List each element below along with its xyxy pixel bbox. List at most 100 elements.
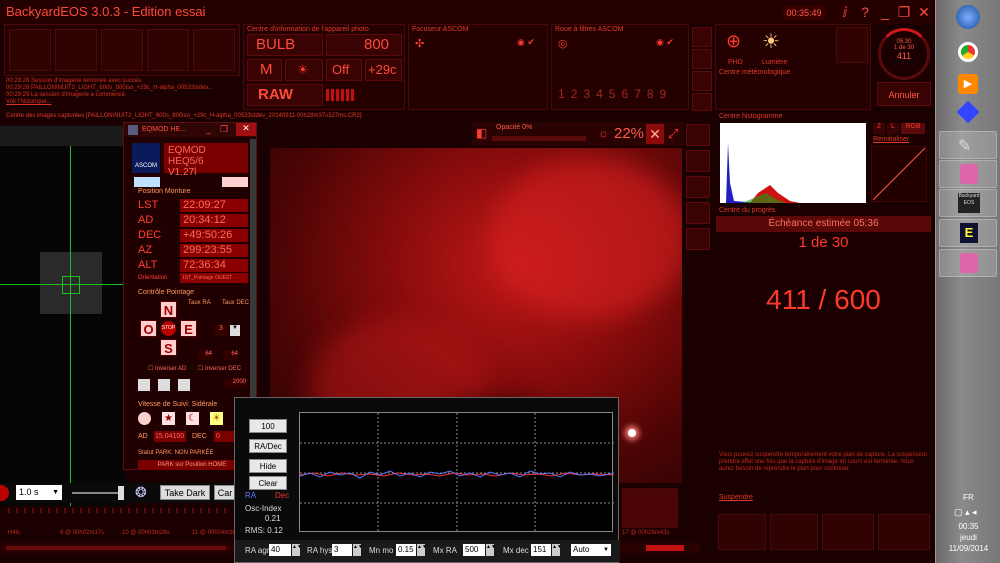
tile[interactable] xyxy=(718,514,766,550)
crosshair-icon[interactable] xyxy=(686,176,710,198)
scale-button[interactable]: 100 xyxy=(249,419,287,433)
status-icon[interactable] xyxy=(134,177,160,187)
app-icon[interactable] xyxy=(956,100,980,124)
opacity-slider[interactable] xyxy=(492,136,586,141)
stop-button[interactable]: STOP xyxy=(161,321,176,336)
mode-dropdown[interactable]: Auto ▼ xyxy=(571,544,611,556)
view-history-link[interactable]: Voir l'historique... xyxy=(6,99,242,106)
filter-slot[interactable]: 7 xyxy=(634,87,647,101)
stop-tracking-icon[interactable] xyxy=(138,412,151,425)
filter-slot[interactable]: 2 xyxy=(571,87,584,101)
histogram-2-button[interactable]: 2 xyxy=(873,123,885,134)
stepper-icon[interactable]: ▲▼ xyxy=(552,544,562,556)
brightness-icon[interactable]: ☼ xyxy=(598,126,609,140)
north-button[interactable]: N xyxy=(160,301,177,318)
cancel-button[interactable]: Annuler xyxy=(877,82,931,106)
gear-icon[interactable] xyxy=(692,71,712,91)
stop-icon[interactable] xyxy=(0,485,9,501)
exposure-dropdown[interactable]: 1.0 s ▼ xyxy=(16,485,62,500)
invert-ad-checkbox[interactable]: ☐ Inverser AD xyxy=(148,365,186,372)
thumbnail[interactable] xyxy=(193,29,235,71)
filter-slot[interactable]: 9 xyxy=(660,87,673,101)
cancel-small-button[interactable]: Car xyxy=(214,485,236,500)
filter-slot[interactable]: 5 xyxy=(609,87,622,101)
lunar-icon[interactable]: ☾ xyxy=(186,412,199,425)
take-dark-button[interactable]: Take Dark xyxy=(160,485,210,500)
chrome-icon[interactable] xyxy=(958,42,978,62)
toolbox-icon[interactable] xyxy=(692,27,712,47)
ad-rate-input[interactable]: 15.04100 xyxy=(154,431,186,442)
south-button[interactable]: S xyxy=(160,339,177,356)
taskbar-item-backyard[interactable]: Backyard EOS xyxy=(939,189,997,217)
filter-wheel-icon[interactable]: ◎ xyxy=(558,37,568,50)
sidereal-star-icon[interactable]: ★ xyxy=(162,412,175,425)
align-icon[interactable] xyxy=(158,379,170,391)
clear-button[interactable]: Clear xyxy=(249,476,287,490)
stepper-icon[interactable]: ▲▼ xyxy=(292,544,302,556)
target-icon[interactable] xyxy=(692,49,712,69)
close-icon[interactable]: ✕ xyxy=(915,3,933,21)
tile[interactable] xyxy=(770,514,818,550)
chevron-down-icon[interactable]: ▼ xyxy=(230,325,240,336)
restore-icon[interactable]: ❐ xyxy=(220,124,228,135)
exposure-slider[interactable] xyxy=(72,492,124,494)
stepper-icon[interactable]: ▲▼ xyxy=(417,544,427,556)
tray-icons[interactable]: ▢ ▴ ◂ xyxy=(954,507,977,518)
filter-slot[interactable]: 1 xyxy=(558,87,571,101)
brain-icon[interactable]: ❂ xyxy=(135,484,147,501)
spiral-icon[interactable] xyxy=(178,379,190,391)
language-indicator[interactable]: FR xyxy=(936,493,1000,502)
pad-icon[interactable] xyxy=(138,379,150,391)
minimize-icon[interactable]: _ xyxy=(206,124,211,134)
ra-agr-input[interactable]: 40 xyxy=(269,544,291,556)
crosshair-icon[interactable]: ✕ xyxy=(646,124,664,144)
focuser-settings-icon[interactable]: ✣ xyxy=(415,37,424,50)
info-icon[interactable]: ⅈ xyxy=(836,3,854,21)
reset-link[interactable]: Réinitialiser xyxy=(873,136,909,143)
tile[interactable] xyxy=(878,514,930,550)
media-player-icon[interactable]: ▶ xyxy=(958,74,978,94)
fit-icon[interactable]: ⤢ xyxy=(668,126,678,142)
histogram-l-button[interactable]: L xyxy=(887,123,899,134)
thumbnail[interactable] xyxy=(101,29,143,71)
eye-icon[interactable]: ◉ ✔ xyxy=(656,37,674,48)
thumbnail[interactable] xyxy=(147,29,189,71)
ra-hys-input[interactable]: 3 xyxy=(332,544,352,556)
phd-icon[interactable]: ⊕ xyxy=(726,31,741,52)
suspend-link[interactable]: Suspendre xyxy=(719,494,753,501)
slider-handle[interactable] xyxy=(118,486,124,500)
stepper-icon[interactable]: ▲▼ xyxy=(486,544,496,556)
rate-ra-value[interactable]: 64 xyxy=(198,351,212,360)
ra-dec-button[interactable]: RA/Dec xyxy=(249,439,287,453)
weather-tile[interactable] xyxy=(836,27,868,63)
taskbar-item[interactable]: ✎ xyxy=(939,131,997,159)
park-button[interactable]: PARK sur Position HOME xyxy=(138,460,246,470)
monitor-icon[interactable] xyxy=(686,124,710,146)
taskbar-item[interactable] xyxy=(939,160,997,188)
filter-slot[interactable]: 3 xyxy=(583,87,596,101)
picture-icon[interactable] xyxy=(686,228,710,250)
restore-icon[interactable]: ❐ xyxy=(895,3,913,21)
focus-icon[interactable] xyxy=(686,202,710,224)
white-balance-selector[interactable]: ☀ xyxy=(285,59,323,81)
goto-rate-value[interactable]: 2000 xyxy=(224,379,246,387)
stepper-icon[interactable]: ▲▼ xyxy=(353,544,363,556)
taskbar-item[interactable]: E xyxy=(939,219,997,247)
help-icon[interactable]: ? xyxy=(856,3,874,21)
tool-icon[interactable] xyxy=(222,177,248,187)
curve-box[interactable] xyxy=(870,145,928,203)
mx-dec-input[interactable]: 151 xyxy=(531,544,551,556)
west-button[interactable]: O xyxy=(140,320,157,337)
start-button[interactable] xyxy=(956,5,980,29)
hand-icon[interactable] xyxy=(686,150,710,172)
invert-dec-checkbox[interactable]: ☐ Inverser DEC xyxy=(198,365,241,372)
tile[interactable] xyxy=(822,514,874,550)
tools-icon[interactable] xyxy=(692,93,712,111)
filter-slot[interactable]: 6 xyxy=(621,87,634,101)
rate-dec-value[interactable]: 64 xyxy=(224,351,238,360)
filter-slot[interactable]: 8 xyxy=(647,87,660,101)
clock-time[interactable]: 00:35 xyxy=(936,522,1000,531)
hide-button[interactable]: Hide xyxy=(249,459,287,473)
close-icon[interactable]: ✕ xyxy=(236,123,256,136)
last-thumbnail[interactable] xyxy=(622,488,678,528)
